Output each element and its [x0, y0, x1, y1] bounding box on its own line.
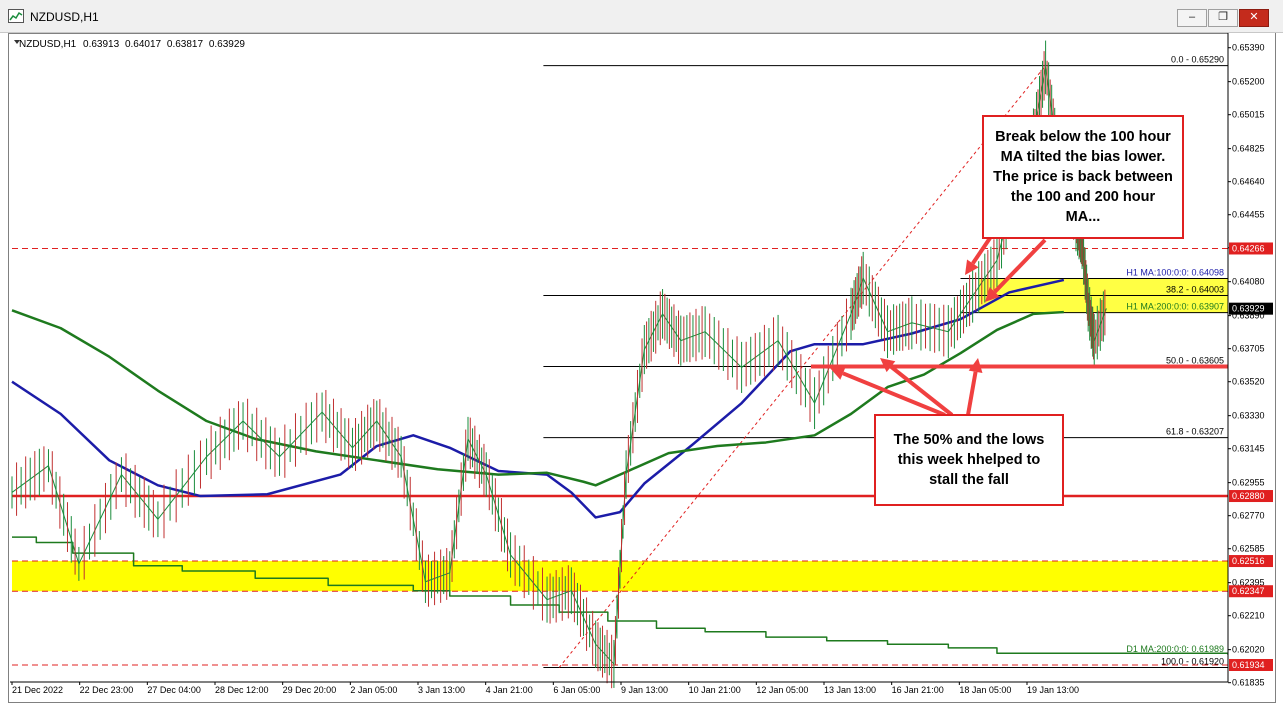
ma-label: H1 MA:200:0:0: 0.63907 — [1126, 302, 1224, 312]
x-tick-label: 22 Dec 23:00 — [80, 685, 134, 695]
y-tick-label: 0.63330 — [1232, 411, 1265, 421]
fib-level-label: 61.8 - 0.63207 — [1166, 427, 1224, 437]
x-tick-label: 4 Jan 21:00 — [486, 685, 533, 695]
y-tick-label: 0.64080 — [1232, 277, 1265, 287]
annotation-arrow — [830, 366, 946, 417]
arrow-shaft — [889, 365, 954, 417]
price-tag-label: 0.63929 — [1232, 304, 1265, 314]
fib-level-label: 50.0 - 0.63605 — [1166, 356, 1224, 366]
callout-ma-break: Break below the 100 hour MA tilted the b… — [982, 115, 1184, 239]
symbol-label: NZDUSD,H1 — [19, 39, 77, 50]
arrow-shaft — [966, 371, 978, 416]
y-tick-label: 0.61835 — [1232, 678, 1265, 688]
ohlc-open: 0.63913 — [83, 39, 120, 50]
fib-level-label: 100.0 - 0.61920 — [1161, 656, 1224, 666]
y-tick-label: 0.62585 — [1232, 544, 1265, 554]
y-tick-label: 0.65390 — [1232, 43, 1265, 53]
y-tick-label: 0.64825 — [1232, 144, 1265, 154]
y-tick-label: 0.62210 — [1232, 611, 1265, 621]
price-chart[interactable]: 0.65390 0.65200 0.65015 0.64825 0.64640 0.644… — [0, 0, 1283, 710]
price-tag-label: 0.62516 — [1232, 556, 1265, 566]
y-tick-label: 0.63705 — [1232, 344, 1265, 354]
price-tag-label: 0.62347 — [1232, 586, 1265, 596]
x-tick-label: 3 Jan 13:00 — [418, 685, 465, 695]
x-tick-label: 13 Jan 13:00 — [824, 685, 876, 695]
y-tick-label: 0.63520 — [1232, 377, 1265, 387]
x-tick-label: 19 Jan 13:00 — [1027, 685, 1079, 695]
ma-label: H1 MA:100:0:0: 0.64098 — [1126, 267, 1224, 277]
y-tick-label: 0.64455 — [1232, 210, 1265, 220]
x-tick-label: 2 Jan 05:00 — [350, 685, 397, 695]
x-tick-label: 29 Dec 20:00 — [283, 685, 337, 695]
symbol-caption: NZDUSD,H1 0.63913 0.64017 0.63817 0.6392… — [19, 39, 245, 50]
price-tag-label: 0.64266 — [1232, 243, 1265, 253]
x-tick-label: 16 Jan 21:00 — [892, 685, 944, 695]
annotation-arrow — [965, 236, 992, 275]
fib-level-label: 38.2 - 0.64003 — [1166, 284, 1224, 294]
x-tick-label: 10 Jan 21:00 — [689, 685, 741, 695]
ohlc-low: 0.63817 — [167, 39, 204, 50]
y-tick-label: 0.65015 — [1232, 110, 1265, 120]
price-tag-label: 0.62880 — [1232, 491, 1265, 501]
x-tick-label: 18 Jan 05:00 — [959, 685, 1011, 695]
y-tick-label: 0.62955 — [1232, 478, 1265, 488]
ohlc-high: 0.64017 — [125, 39, 162, 50]
y-tick-label: 0.63145 — [1232, 444, 1265, 454]
ohlc-close: 0.63929 — [209, 39, 246, 50]
x-tick-label: 6 Jan 05:00 — [553, 685, 600, 695]
fib-level-label: 0.0 - 0.65290 — [1171, 55, 1224, 65]
price-tag-label: 0.61934 — [1232, 660, 1265, 670]
x-tick-label: 9 Jan 13:00 — [621, 685, 668, 695]
callout-fib-support: The 50% and the lows this week hhelped t… — [874, 414, 1064, 506]
x-tick-label: 28 Dec 12:00 — [215, 685, 269, 695]
ma-label: D1 MA:200:0:0: 0.61989 — [1126, 644, 1224, 654]
x-tick-label: 21 Dec 2022 — [12, 685, 63, 695]
y-tick-label: 0.64640 — [1232, 177, 1265, 187]
y-tick-label: 0.62770 — [1232, 511, 1265, 521]
y-tick-label: 0.62020 — [1232, 645, 1265, 655]
y-tick-label: 0.65200 — [1232, 77, 1265, 87]
x-tick-label: 12 Jan 05:00 — [756, 685, 808, 695]
x-tick-label: 27 Dec 04:00 — [147, 685, 201, 695]
